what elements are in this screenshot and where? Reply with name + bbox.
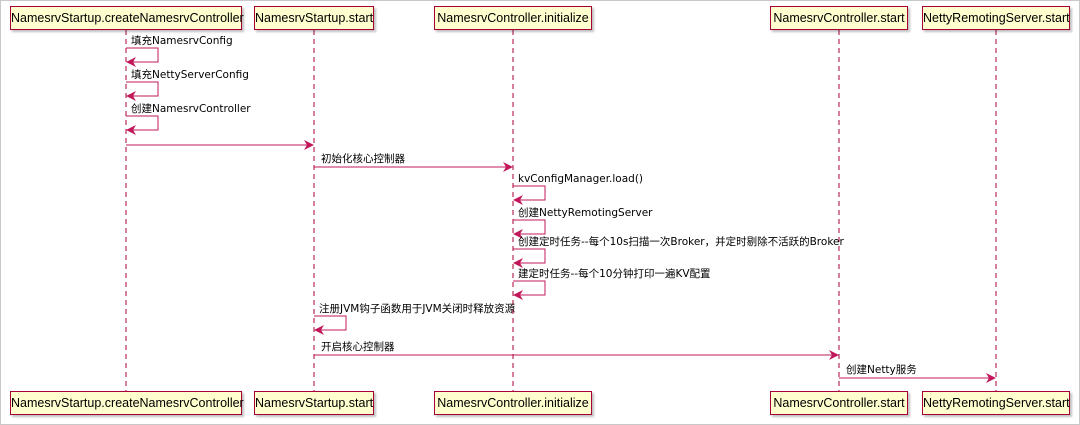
message-label-11: 创建Netty服务	[846, 363, 917, 376]
message-label-4: 初始化核心控制器	[321, 152, 405, 165]
message-label-5: kvConfigManager.load()	[518, 173, 643, 185]
message-arrow-8	[513, 280, 546, 300]
participant-box-bottom-3: NamesrvController.start	[770, 391, 908, 415]
message-arrow-7	[513, 248, 546, 268]
message-arrow-5	[513, 185, 546, 205]
message-label-1: 填充NettyServerConfig	[131, 68, 249, 81]
message-label-8: 建定时任务--每个10分钟打印一遍KV配置	[518, 267, 711, 280]
message-arrow-1	[126, 81, 159, 101]
participant-box-top-1: NamesrvStartup.start	[254, 6, 374, 30]
sequence-diagram: 填充NamesrvConfig 填充NettyServerConfig 创建Name…	[125, 30, 997, 391]
message-label-0: 填充NamesrvConfig	[131, 34, 233, 47]
message-label-6: 创建NettyRemotingServer	[518, 206, 653, 219]
message-label-9: 注册JVM钩子函数用于JVM关闭时释放资源	[319, 302, 516, 315]
participant-box-top-4: NettyRemotingServer.start	[922, 6, 1070, 30]
participant-box-bottom-0: NamesrvStartup.createNamesrvController	[10, 391, 244, 415]
participant-box-bottom-4: NettyRemotingServer.start	[922, 391, 1070, 415]
message-arrow-0	[126, 47, 159, 67]
participant-box-bottom-1: NamesrvStartup.start	[254, 391, 374, 415]
message-arrow-2	[126, 115, 159, 135]
participant-box-top-3: NamesrvController.start	[770, 6, 908, 30]
participant-box-bottom-2: NamesrvController.initialize	[434, 391, 592, 415]
participant-box-top-0: NamesrvStartup.createNamesrvController	[10, 6, 244, 30]
message-arrow-6	[513, 219, 546, 239]
message-label-2: 创建NamesrvController	[131, 102, 251, 115]
participant-box-top-2: NamesrvController.initialize	[434, 6, 592, 30]
message-label-10: 开启核心控制器	[321, 340, 395, 353]
message-arrow-9	[314, 315, 347, 335]
message-label-7: 创建定时任务--每个10s扫描一次Broker，并定时剔除不活跃的Broker	[518, 235, 844, 248]
